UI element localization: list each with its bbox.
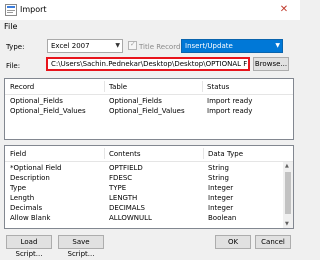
field-name: Decimals [10, 204, 43, 212]
field-row[interactable]: Length LENGTH Integer [5, 193, 293, 203]
column-header-table[interactable]: Table [109, 83, 127, 91]
column-header-contents[interactable]: Contents [109, 150, 141, 158]
record-name: Optional_Field_Values [10, 107, 86, 115]
field-row[interactable]: Description FDESC String [5, 173, 293, 183]
file-path-input[interactable]: C:\Users\Sachin.Pednekar\Desktop\Desktop… [46, 57, 250, 71]
mode-select[interactable]: Insert/Update ▼ [181, 39, 283, 53]
fields-header: Field Contents Data Type [5, 146, 293, 162]
column-header-record[interactable]: Record [10, 83, 34, 91]
column-divider [104, 81, 105, 92]
chevron-down-icon: ▼ [275, 42, 280, 49]
column-header-data-type[interactable]: Data Type [208, 150, 243, 158]
window-title: Import [20, 5, 47, 14]
type-value: Excel 2007 [51, 42, 90, 50]
ok-button[interactable]: OK [215, 235, 251, 249]
field-name: *Optional Field [10, 164, 62, 172]
mode-value: Insert/Update [185, 42, 233, 50]
field-data-type: Integer [208, 204, 234, 212]
file-label: File: [6, 62, 21, 70]
record-name: Optional_Fields [10, 97, 63, 105]
record-status: Import ready [207, 107, 253, 115]
records-header: Record Table Status [5, 79, 293, 95]
cancel-button[interactable]: Cancel [255, 235, 291, 249]
title-record-label: Title Record [139, 43, 181, 51]
records-list[interactable]: Record Table Status Optional_Fields Opti… [4, 78, 294, 140]
field-data-type: String [208, 164, 229, 172]
field-row[interactable]: Allow Blank ALLOWNULL Boolean [5, 213, 293, 223]
column-divider [104, 148, 105, 159]
field-name: Description [10, 174, 50, 182]
field-contents: LENGTH [109, 194, 138, 202]
field-data-type: String [208, 174, 229, 182]
column-header-field[interactable]: Field [10, 150, 26, 158]
field-contents: OPTFIELD [109, 164, 143, 172]
checkmark-icon: ✓ [130, 40, 136, 48]
field-row[interactable]: *Optional Field OPTFIELD String [5, 163, 293, 173]
field-row[interactable]: Decimals DECIMALS Integer [5, 203, 293, 213]
fields-list[interactable]: Field Contents Data Type *Optional Field… [4, 145, 294, 229]
title-record-checkbox[interactable]: ✓ [128, 40, 137, 50]
scroll-down-icon[interactable]: ▼ [285, 221, 289, 227]
type-label: Type: [6, 43, 25, 51]
record-table: Optional_Fields [109, 97, 162, 105]
import-app-icon [5, 4, 17, 16]
field-contents: FDESC [109, 174, 133, 182]
close-icon: ✕ [279, 4, 289, 15]
field-contents: ALLOWNULL [109, 214, 152, 222]
menu-file[interactable]: File [4, 22, 17, 31]
scroll-up-icon[interactable]: ▲ [285, 163, 289, 169]
column-divider [203, 148, 204, 159]
record-table: Optional_Field_Values [109, 107, 185, 115]
record-status: Import ready [207, 97, 253, 105]
scrollbar-thumb[interactable] [285, 172, 291, 214]
column-header-status[interactable]: Status [207, 83, 229, 91]
import-dialog: Import ✕ File Type: Excel 2007 ▼ ✓ Title… [0, 0, 300, 258]
close-button[interactable]: ✕ [276, 2, 292, 18]
chevron-down-icon: ▼ [115, 42, 120, 49]
field-data-type: Boolean [208, 214, 237, 222]
fields-scrollbar[interactable]: ▲ ▼ [283, 162, 293, 228]
record-row[interactable]: Optional_Fields Optional_Fields Import r… [5, 96, 293, 106]
field-contents: DECIMALS [109, 204, 145, 212]
field-name: Length [10, 194, 35, 202]
field-row[interactable]: Type TYPE Integer [5, 183, 293, 193]
field-data-type: Integer [208, 194, 234, 202]
browse-button[interactable]: Browse... [253, 57, 289, 71]
load-script-button[interactable]: Load Script... [6, 235, 52, 258]
column-divider [202, 81, 203, 92]
field-data-type: Integer [208, 184, 234, 192]
record-row[interactable]: Optional_Field_Values Optional_Field_Val… [5, 106, 293, 116]
type-select[interactable]: Excel 2007 ▼ [47, 39, 123, 53]
field-name: Allow Blank [10, 214, 51, 222]
field-name: Type [10, 184, 27, 192]
title-bar: Import ✕ [0, 0, 300, 20]
field-contents: TYPE [109, 184, 127, 192]
save-script-button[interactable]: Save Script... [58, 235, 104, 258]
